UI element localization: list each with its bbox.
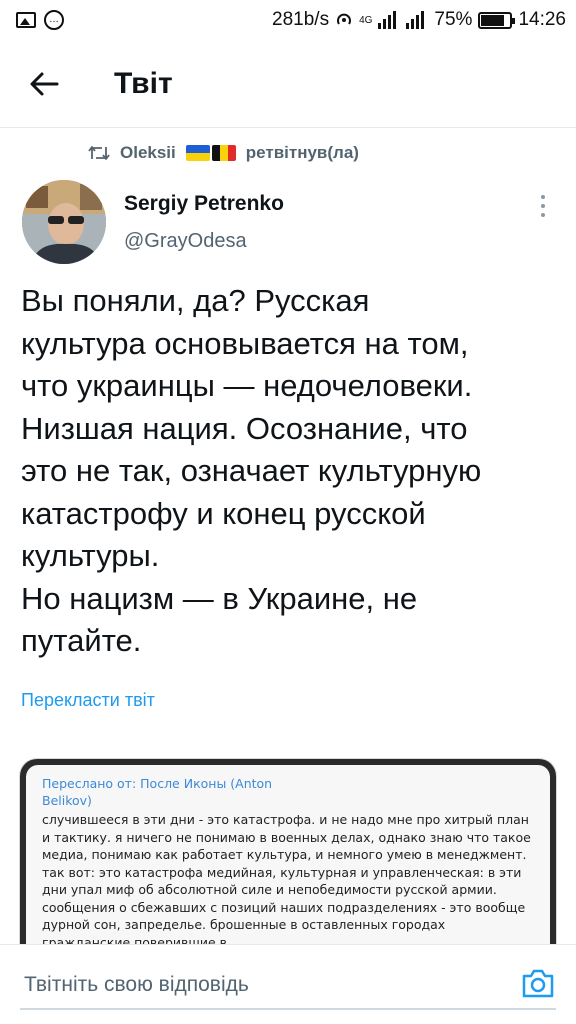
forwarded-label: Переслано от: После Иконы (Anton Belikov… (42, 776, 273, 808)
hotspot-icon (337, 13, 352, 25)
battery-icon (478, 11, 516, 29)
ukraine-flag-icon (185, 145, 210, 161)
camera-button[interactable] (520, 965, 556, 1001)
dot (541, 213, 545, 217)
status-bar-right: 281b/s 4G 75% 14:26 (272, 9, 566, 31)
media-body-text: случившееся в эти дни - это катастрофа. … (42, 812, 531, 944)
top-app-bar: Твіт (0, 40, 576, 128)
retweet-action-label: ретвітнув(ла) (245, 143, 359, 162)
status-bar-left: … (16, 10, 64, 30)
gallery-notification-icon (16, 12, 36, 28)
status-bar: … 281b/s 4G 75% 14:26 (0, 0, 576, 40)
author-handle[interactable]: @GrayOdesa (124, 230, 247, 253)
dot (541, 195, 545, 199)
reply-input[interactable]: Твітніть свою відповідь (24, 973, 249, 997)
battery-percent: 75% (434, 9, 473, 30)
network-type: 4G (359, 14, 373, 26)
reply-underline (20, 1008, 556, 1010)
retweet-icon (88, 146, 110, 160)
translate-tweet-link[interactable]: Перекласти твіт (21, 690, 155, 711)
network-speed: 281b/s (272, 9, 330, 30)
tweet-media-image[interactable]: Переслано от: После Иконы (Anton Belikov… (19, 758, 557, 944)
camera-icon (522, 969, 554, 998)
clock: 14:26 (518, 9, 566, 30)
arrow-left-icon (30, 72, 59, 95)
retweeter-name: Oleksii (120, 143, 176, 162)
author-avatar[interactable] (22, 180, 106, 264)
author-name[interactable]: Sergiy Petrenko (124, 192, 284, 216)
belgium-flag-icon (211, 145, 236, 161)
battery-fill (481, 14, 504, 26)
message-notification-icon: … (44, 10, 64, 30)
more-options-button[interactable] (533, 192, 553, 220)
reply-bar: Твітніть свою відповідь (0, 944, 576, 1024)
media-screenshot: Переслано от: После Иконы (Anton Belikov… (26, 765, 550, 944)
back-button[interactable] (14, 54, 74, 114)
tweet-text: Вы поняли, да? Русская культура основыва… (21, 283, 482, 658)
signal-icon-2 (406, 11, 425, 29)
signal-icon (378, 11, 397, 29)
retweet-context[interactable]: Oleksii ретвітнув(ла) (88, 143, 359, 163)
avatar-photo (22, 180, 106, 264)
page-title: Твіт (114, 66, 173, 100)
dot (541, 204, 545, 208)
